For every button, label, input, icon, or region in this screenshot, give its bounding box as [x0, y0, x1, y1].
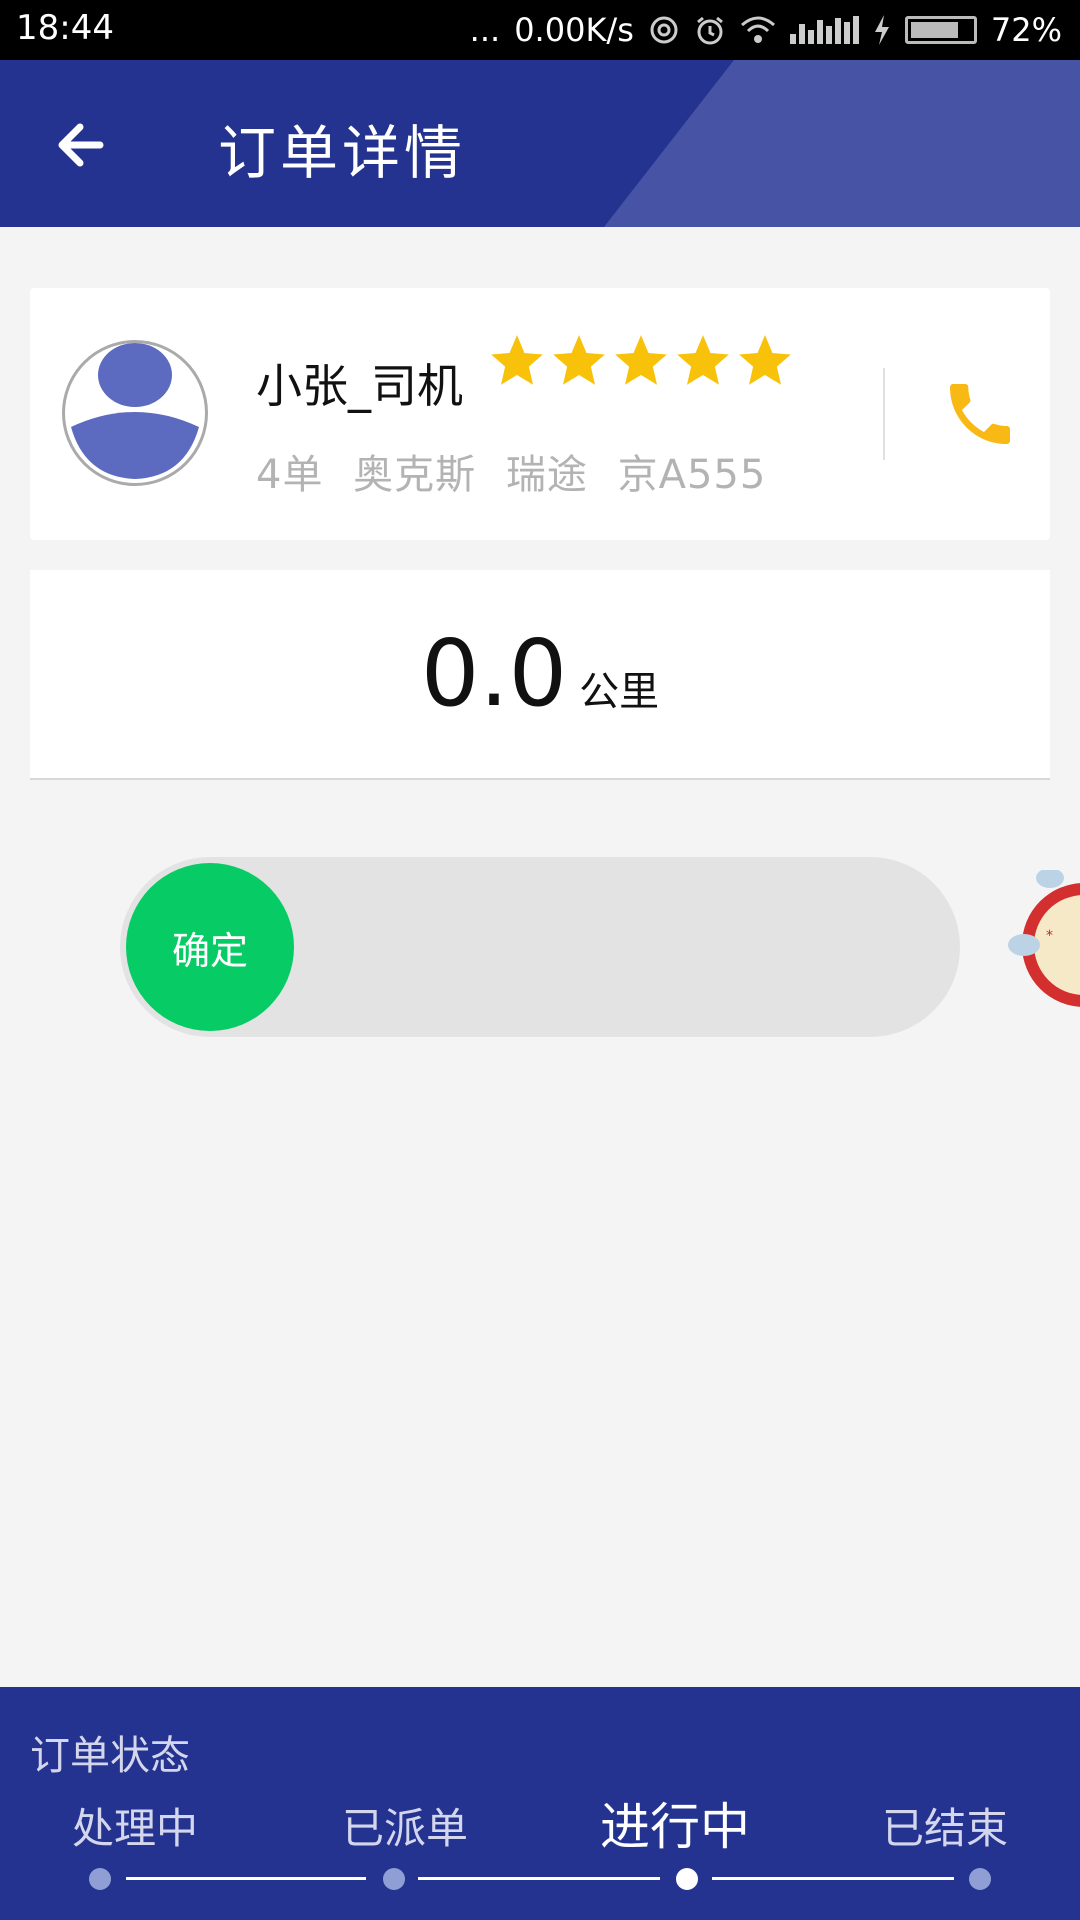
driver-name: 小张_司机	[256, 359, 463, 413]
distance-card: 0.0 公里	[30, 570, 1050, 780]
order-count: 4单	[256, 452, 324, 498]
progress-line-2	[418, 1877, 660, 1880]
alarm-icon	[696, 16, 723, 45]
more-dots: ...	[469, 11, 501, 49]
status-bar: 18:44 ... 0.00K/s 72%	[0, 0, 1080, 60]
svg-text:*: *	[1046, 928, 1053, 944]
status-time: 18:44	[16, 8, 114, 48]
order-status-label: 订单状态	[30, 1733, 190, 1779]
license-plate: 京A555	[617, 452, 767, 498]
signal-icon	[789, 16, 859, 44]
driver-info: 4单 奥克斯 瑞途 京A555	[256, 442, 782, 500]
charging-icon	[874, 15, 889, 45]
step-processing: 处理中	[71, 1804, 198, 1853]
phone-icon[interactable]	[940, 374, 1020, 454]
step-finished: 已结束	[881, 1804, 1008, 1853]
step-in-progress: 进行中	[600, 1798, 750, 1856]
order-status-panel: 订单状态 处理中 已派单 进行中 已结束	[0, 1687, 1080, 1920]
star-icon	[553, 335, 605, 385]
status-icons: ... 0.00K/s 72%	[470, 8, 1062, 52]
step-dispatched: 已派单	[341, 1804, 468, 1853]
floating-mascot-icon[interactable]: *	[1006, 870, 1080, 1020]
distance-value: 0.0	[420, 620, 568, 727]
header-decoration	[604, 60, 1080, 227]
divider	[883, 368, 885, 460]
battery-icon	[904, 16, 977, 44]
page-title: 订单详情	[218, 119, 467, 187]
progress-dot-4	[969, 1868, 991, 1890]
battery-percent: 72%	[990, 11, 1062, 49]
driver-card: 小张_司机 4单 奥克斯 瑞途 京A555	[30, 288, 1050, 540]
wifi-icon	[740, 16, 775, 43]
back-button[interactable]	[48, 110, 118, 180]
app-header: 订单详情	[0, 60, 1080, 227]
car-brand: 奥克斯	[353, 452, 477, 498]
person-icon	[71, 343, 199, 479]
distance-unit: 公里	[579, 669, 660, 715]
progress-line-1	[126, 1877, 366, 1880]
progress-line-3	[712, 1877, 954, 1880]
progress-dot-2	[383, 1868, 405, 1890]
net-speed: 0.00K/s	[514, 11, 634, 49]
avatar	[62, 340, 208, 486]
star-icon	[491, 335, 543, 385]
star-icon	[739, 335, 791, 385]
confirm-slider-knob[interactable]: 确定	[126, 863, 294, 1031]
car-model: 瑞途	[505, 452, 588, 498]
progress-dot-1	[89, 1868, 111, 1890]
hotspot-icon	[650, 16, 678, 44]
rating-stars	[486, 330, 796, 392]
progress-dot-3	[676, 1868, 698, 1890]
star-icon	[615, 335, 667, 385]
star-icon	[677, 335, 729, 385]
